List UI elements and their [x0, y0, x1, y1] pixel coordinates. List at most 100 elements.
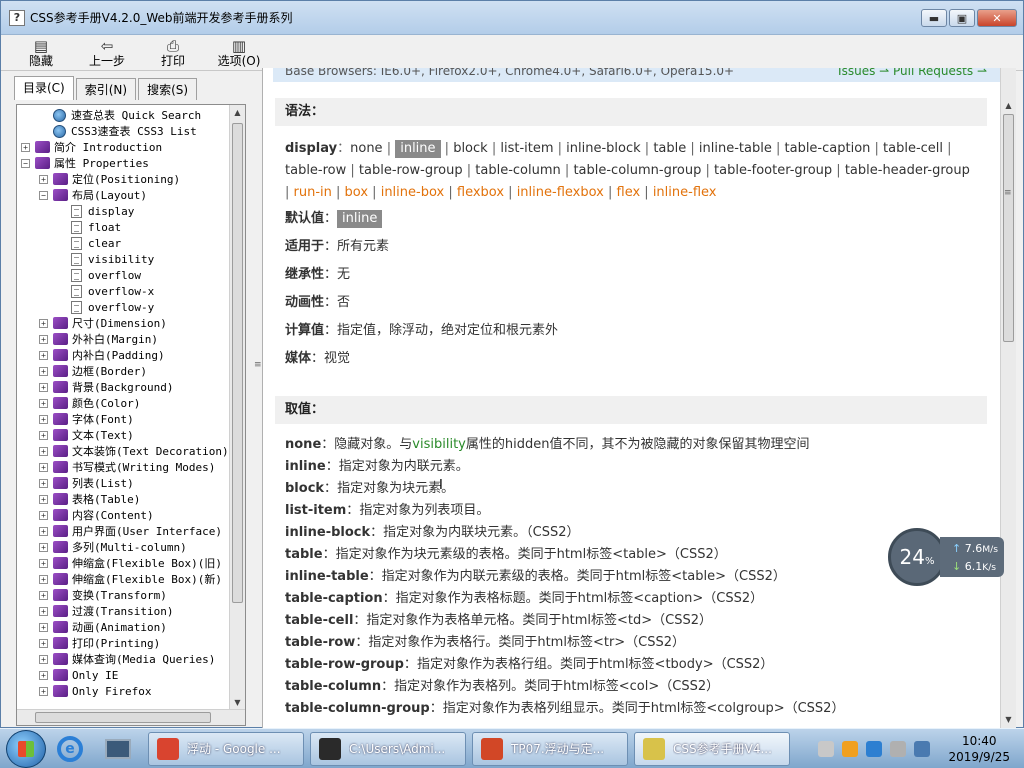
expand-icon[interactable]: +	[39, 558, 48, 568]
expand-icon[interactable]: +	[39, 478, 48, 488]
expand-icon[interactable]: +	[39, 574, 48, 584]
tree-item[interactable]: + 过渡(Transition)	[17, 603, 229, 619]
tree-item[interactable]: + 媒体查询(Media Queries)	[17, 651, 229, 667]
content-vertical-scrollbar[interactable]: ▲ ≡ ▼	[1000, 68, 1016, 728]
tree-item[interactable]: overflow-y	[17, 299, 229, 315]
syntax-value[interactable]: table-row	[285, 163, 346, 178]
content-scroll-down-icon[interactable]: ▼	[1001, 712, 1016, 728]
maximize-button[interactable]: ▣	[949, 9, 975, 27]
expand-icon[interactable]: +	[39, 622, 48, 632]
tab-contents[interactable]: 目录(C)	[14, 76, 74, 100]
issue-links[interactable]: Issues ⇀ Pull Requests ⇀	[838, 68, 987, 77]
syntax-value[interactable]: table-caption	[785, 141, 871, 156]
value-link[interactable]: visibility	[412, 437, 466, 452]
tree-item[interactable]: overflow	[17, 267, 229, 283]
tree-item[interactable]: − 属性 Properties	[17, 155, 229, 171]
tree-item[interactable]: CSS3速查表 CSS3 List	[17, 123, 229, 139]
collapse-icon[interactable]: −	[21, 158, 30, 168]
tree-item[interactable]: + 用户界面(User Interface)	[17, 523, 229, 539]
clock[interactable]: 10:40 2019/9/25	[948, 733, 1010, 765]
syntax-value[interactable]: table-column-group	[573, 163, 701, 178]
tree-item[interactable]: visibility	[17, 251, 229, 267]
minimize-button[interactable]: ▬	[921, 9, 947, 27]
tree-item[interactable]: + 尺寸(Dimension)	[17, 315, 229, 331]
tree-item[interactable]: + 背景(Background)	[17, 379, 229, 395]
expand-icon[interactable]: +	[39, 686, 48, 696]
network-speed-widget[interactable]: 24% ↑ 7.6M/s ↓ 6.1K/s	[888, 528, 1006, 586]
syntax-value[interactable]: list-item	[500, 141, 553, 156]
tree-item[interactable]: + 边框(Border)	[17, 363, 229, 379]
tree-vertical-scrollbar[interactable]: ▲ ▼	[229, 105, 245, 711]
expand-icon[interactable]: +	[39, 318, 48, 328]
taskbar-button[interactable]: TP07.浮动与定...	[472, 731, 628, 766]
syntax-value[interactable]: block	[453, 141, 488, 156]
expand-icon[interactable]: +	[39, 446, 48, 456]
print-button[interactable]: ⎙ 打印	[147, 38, 199, 68]
shield-icon[interactable]	[866, 741, 883, 757]
tree-item[interactable]: + 变换(Transform)	[17, 587, 229, 603]
keyboard-icon[interactable]	[818, 741, 835, 757]
tree-item[interactable]: + 字体(Font)	[17, 411, 229, 427]
syntax-value[interactable]: flex	[617, 185, 641, 200]
expand-icon[interactable]: +	[39, 542, 48, 552]
tree-item[interactable]: + Only IE	[17, 667, 229, 683]
tree-item[interactable]: + Only Firefox	[17, 683, 229, 699]
taskbar-button[interactable]: CSS参考手册V4...	[634, 731, 790, 766]
expand-icon[interactable]: +	[39, 174, 48, 184]
taskbar-button[interactable]: 浮动 - Google ...	[148, 731, 304, 766]
expand-icon[interactable]: +	[39, 494, 48, 504]
taskbar-button[interactable]: C:\Users\Admi...	[310, 731, 466, 766]
tree-item[interactable]: + 表格(Table)	[17, 491, 229, 507]
expand-icon[interactable]: +	[39, 334, 48, 344]
tree-item[interactable]: + 外补白(Margin)	[17, 331, 229, 347]
expand-icon[interactable]: +	[39, 654, 48, 664]
expand-icon[interactable]: +	[39, 510, 48, 520]
expand-icon[interactable]: +	[39, 638, 48, 648]
back-button[interactable]: ⇦ 上一步	[81, 38, 133, 68]
quick-launch-ie[interactable]: e	[46, 730, 94, 768]
content-scroll-thumb[interactable]	[1003, 114, 1014, 342]
expand-icon[interactable]: +	[39, 606, 48, 616]
start-button[interactable]	[6, 729, 46, 768]
syntax-value[interactable]: inline-block	[566, 141, 641, 156]
expand-icon[interactable]: +	[39, 414, 48, 424]
scroll-up-icon[interactable]: ▲	[230, 105, 245, 121]
title-bar[interactable]: ? CSS参考手册V4.2.0_Web前端开发参考手册系列 ▬ ▣ ✕	[1, 1, 1023, 35]
expand-icon[interactable]: +	[39, 526, 48, 536]
tree-item[interactable]: + 文本(Text)	[17, 427, 229, 443]
syntax-value[interactable]: box	[345, 185, 369, 200]
tree-item[interactable]: + 内补白(Padding)	[17, 347, 229, 363]
syntax-value[interactable]: table-header-group	[845, 163, 970, 178]
tree-item[interactable]: + 动画(Animation)	[17, 619, 229, 635]
collapse-icon[interactable]: −	[39, 190, 48, 200]
syntax-value[interactable]: inline-table	[699, 141, 772, 156]
tree-item[interactable]: + 伸缩盒(Flexible Box)(旧)	[17, 555, 229, 571]
syntax-value[interactable]: table-footer-group	[714, 163, 832, 178]
pane-splitter[interactable]: ≡	[252, 74, 262, 728]
syntax-value[interactable]: table-cell	[883, 141, 943, 156]
syntax-value[interactable]: inline-flexbox	[517, 185, 604, 200]
expand-icon[interactable]: +	[39, 366, 48, 376]
syntax-value[interactable]: table-row-group	[359, 163, 463, 178]
tree-item[interactable]: + 打印(Printing)	[17, 635, 229, 651]
tab-index[interactable]: 索引(N)	[75, 78, 137, 100]
tree-item[interactable]: + 多列(Multi-column)	[17, 539, 229, 555]
expand-icon[interactable]: +	[39, 382, 48, 392]
syntax-value[interactable]: flexbox	[457, 185, 504, 200]
tree-item[interactable]: + 内容(Content)	[17, 507, 229, 523]
options-button[interactable]: ▥ 选项(O)	[213, 38, 265, 68]
tree-scroll-thumb[interactable]	[232, 123, 243, 603]
syntax-value[interactable]: inline-box	[381, 185, 445, 200]
tree-item[interactable]: + 文本装饰(Text Decoration)	[17, 443, 229, 459]
tree-item[interactable]: + 颜色(Color)	[17, 395, 229, 411]
close-button[interactable]: ✕	[977, 9, 1017, 27]
tab-search[interactable]: 搜索(S)	[138, 78, 198, 100]
expand-icon[interactable]: +	[39, 670, 48, 680]
tree-item[interactable]: + 书写模式(Writing Modes)	[17, 459, 229, 475]
tree-item[interactable]: + 定位(Positioning)	[17, 171, 229, 187]
tree-hscroll-thumb[interactable]	[35, 712, 211, 723]
expand-icon[interactable]: +	[39, 462, 48, 472]
tree-item[interactable]: clear	[17, 235, 229, 251]
volume-muted-icon[interactable]	[890, 741, 907, 757]
content-scroll-up-icon[interactable]: ▲	[1001, 98, 1016, 114]
